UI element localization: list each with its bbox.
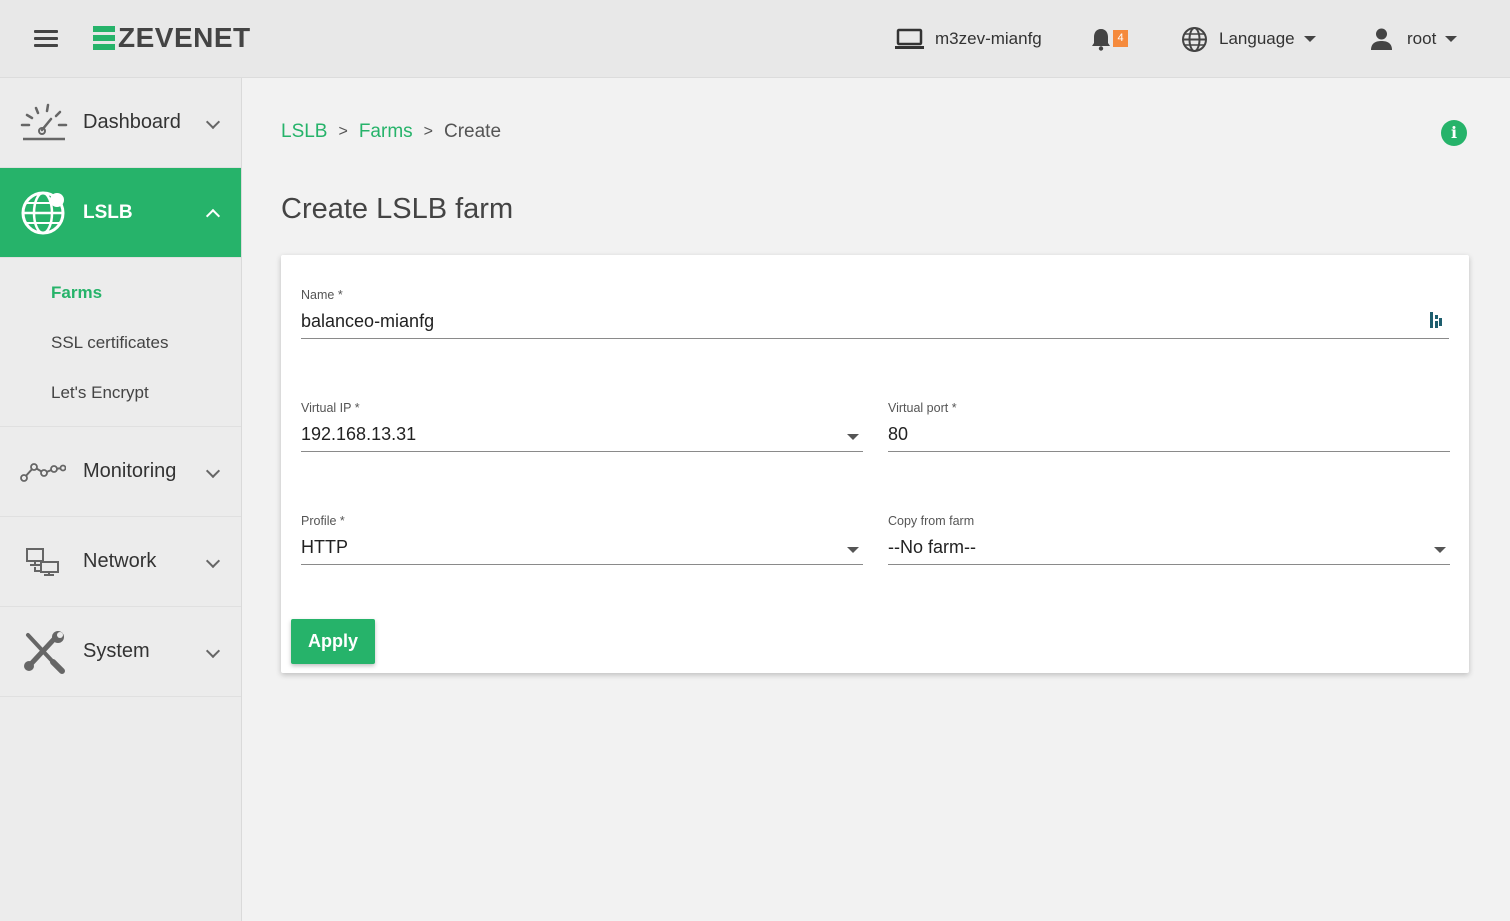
- lslb-submenu: Farms SSL certificates Let's Encrypt: [0, 258, 241, 427]
- user-name: root: [1407, 29, 1437, 48]
- breadcrumb-separator: >: [423, 123, 433, 140]
- virtual-ip-select[interactable]: Virtual IP * 192.168.13.31: [301, 368, 863, 452]
- chevron-down-icon: [205, 553, 221, 568]
- name-label: Name *: [301, 288, 343, 302]
- dropdown-arrow-icon: [847, 547, 859, 553]
- sidebar-item-lslb[interactable]: LSLB: [0, 168, 241, 258]
- sidebar-subitem-farms[interactable]: Farms: [0, 268, 241, 318]
- chevron-down-icon: [1445, 36, 1458, 42]
- sidebar-item-dashboard[interactable]: Dashboard: [0, 78, 241, 168]
- bell-icon: [1092, 29, 1110, 51]
- chevron-down-icon: [205, 463, 221, 478]
- profile-select[interactable]: Profile * HTTP: [301, 481, 863, 565]
- globe-icon: [21, 191, 65, 234]
- sidebar-item-label: System: [83, 640, 150, 662]
- sidebar-item-monitoring[interactable]: Monitoring: [0, 427, 241, 517]
- sidebar-item-label: Monitoring: [83, 460, 177, 482]
- chevron-down-icon: [205, 643, 221, 658]
- virtual-port-label: Virtual port *: [888, 401, 957, 415]
- wrench-screwdriver-icon: [24, 630, 65, 674]
- breadcrumb: LSLB > Farms > Create: [281, 121, 501, 143]
- create-farm-form: Name * balanceo-mianfg Virtual IP * 192.…: [281, 255, 1469, 673]
- virtual-port-field[interactable]: Virtual port * 80: [888, 368, 1450, 452]
- monitoring-graph-icon: [20, 462, 66, 482]
- name-input[interactable]: balanceo-mianfg: [301, 311, 434, 332]
- sidebar-item-network[interactable]: Network: [0, 517, 241, 607]
- copy-from-farm-label: Copy from farm: [888, 514, 975, 528]
- name-field[interactable]: Name * balanceo-mianfg: [301, 255, 1449, 339]
- user-menu[interactable]: root: [1370, 24, 1458, 54]
- logo[interactable]: ZEVENET: [93, 22, 251, 54]
- language-dropdown[interactable]: Language: [1181, 24, 1316, 54]
- sidebar-subitem-ssl-certificates[interactable]: SSL certificates: [0, 318, 241, 368]
- notification-count-badge: 4: [1113, 29, 1128, 47]
- profile-value: HTTP: [301, 537, 348, 557]
- virtual-ip-label: Virtual IP *: [301, 401, 360, 415]
- virtual-ip-value: 192.168.13.31: [301, 424, 417, 444]
- password-manager-icon[interactable]: [1429, 311, 1443, 329]
- sidebar-item-label: Dashboard: [83, 111, 181, 133]
- dropdown-arrow-icon: [1434, 547, 1446, 553]
- hostname-indicator: m3zev-mianfg: [894, 24, 1042, 54]
- hostname-text: m3zev-mianfg: [935, 29, 1042, 48]
- dashboard-gauge-icon: [20, 103, 68, 140]
- copy-from-farm-select[interactable]: Copy from farm --No farm--: [888, 481, 1450, 565]
- chevron-down-icon: [205, 114, 221, 129]
- laptop-icon: [895, 28, 924, 49]
- dropdown-arrow-icon: [847, 434, 859, 440]
- menu-icon[interactable]: [34, 30, 58, 48]
- brand-name: ZEVENET: [118, 22, 251, 53]
- sidebar-item-system[interactable]: System: [0, 607, 241, 697]
- copy-from-farm-value: --No farm--: [888, 537, 976, 557]
- page-title: Create LSLB farm: [281, 193, 514, 225]
- network-computers-icon: [26, 547, 59, 576]
- breadcrumb-separator: >: [338, 123, 348, 140]
- sidebar-item-label: Network: [83, 550, 157, 572]
- virtual-port-input[interactable]: 80: [888, 424, 908, 445]
- info-icon[interactable]: i: [1441, 120, 1467, 146]
- breadcrumb-farms[interactable]: Farms: [359, 121, 413, 143]
- breadcrumb-lslb[interactable]: LSLB: [281, 121, 327, 143]
- chevron-down-icon: [1303, 36, 1316, 42]
- sidebar-subitem-lets-encrypt[interactable]: Let's Encrypt: [0, 368, 241, 418]
- breadcrumb-create: Create: [444, 121, 502, 142]
- profile-label: Profile *: [301, 514, 345, 528]
- chevron-up-icon: [205, 208, 221, 223]
- sidebar: Dashboard LSLB Farms SSL certificates Le…: [0, 78, 242, 921]
- notifications-button[interactable]: 4: [1090, 24, 1128, 54]
- sidebar-item-label: LSLB: [83, 201, 133, 223]
- user-icon: [1371, 28, 1392, 50]
- logo-mark-icon: [93, 26, 115, 50]
- top-bar: ZEVENET m3zev-mianfg 4 Language root: [0, 0, 1510, 78]
- apply-button[interactable]: Apply: [291, 619, 375, 664]
- globe-icon: [1182, 26, 1207, 52]
- language-label: Language: [1219, 29, 1295, 48]
